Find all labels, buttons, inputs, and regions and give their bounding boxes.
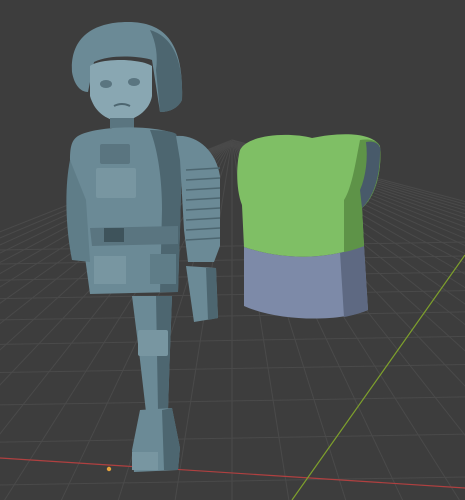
chest-panel bbox=[100, 144, 130, 164]
hip-panel-right bbox=[150, 254, 176, 284]
character-figure[interactable] bbox=[66, 22, 221, 472]
shirt-block-object[interactable] bbox=[237, 134, 381, 319]
belt-buckle bbox=[104, 228, 124, 242]
shirt-block-bottom-shade bbox=[340, 246, 368, 317]
knee-pad bbox=[138, 330, 168, 356]
character-neck bbox=[110, 118, 134, 128]
origin-marker bbox=[106, 466, 112, 472]
belt bbox=[90, 226, 178, 246]
character-left-eye bbox=[100, 80, 112, 88]
3d-viewport[interactable] bbox=[0, 0, 465, 500]
chest-panel-lower bbox=[96, 168, 136, 198]
character-boot-shade bbox=[162, 408, 180, 470]
boot-toe bbox=[132, 452, 158, 470]
viewport-canvas[interactable] bbox=[0, 0, 465, 500]
hip-panel-left bbox=[94, 256, 126, 284]
character-right-eye bbox=[128, 78, 140, 86]
character-face bbox=[90, 60, 152, 122]
character-hand-shade bbox=[206, 268, 218, 320]
